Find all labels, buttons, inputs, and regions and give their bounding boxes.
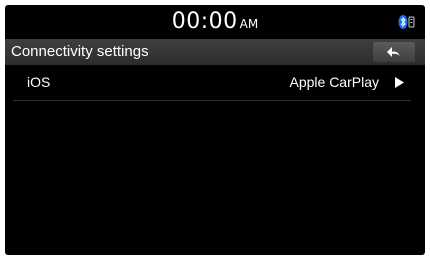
play-arrow-icon <box>395 77 404 88</box>
back-button[interactable] <box>373 42 415 62</box>
settings-list: iOS Apple CarPlay <box>5 65 425 101</box>
list-item-ios[interactable]: iOS Apple CarPlay <box>13 65 411 101</box>
status-bar: 00:00 AM <box>5 5 425 37</box>
clock: 00:00 AM <box>5 9 425 37</box>
list-item-label: iOS <box>27 74 51 90</box>
bluetooth-icon <box>398 15 415 29</box>
phone-signal-icon <box>408 16 415 28</box>
head-unit-screen: 00:00 AM Connectivity settings iOS Apple… <box>5 5 425 255</box>
title-bar: Connectivity settings <box>5 39 425 65</box>
status-icons <box>398 14 416 30</box>
page-title: Connectivity settings <box>11 43 149 60</box>
list-item-value: Apple CarPlay <box>289 74 380 90</box>
back-arrow-icon <box>387 47 400 57</box>
clock-time: 00:00 <box>171 9 238 34</box>
clock-ampm: AM <box>239 17 259 31</box>
